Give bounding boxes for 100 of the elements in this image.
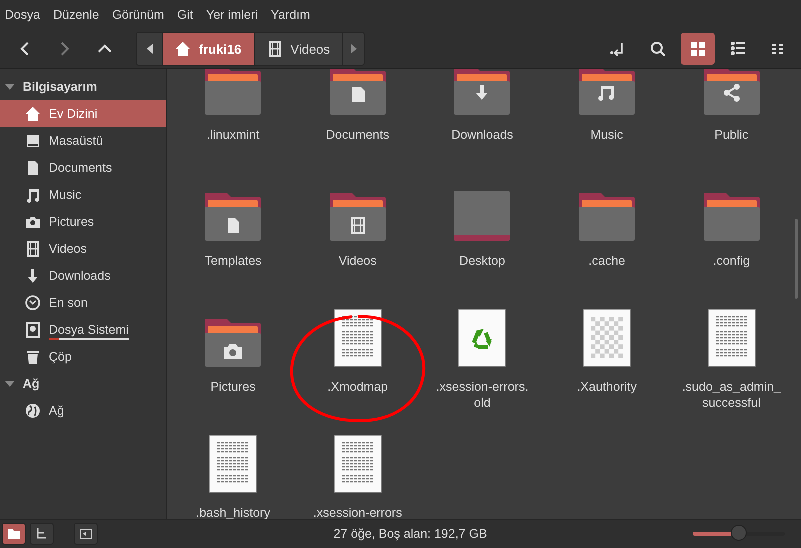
places-button[interactable]	[2, 523, 26, 545]
menu-item[interactable]: Düzenle	[52, 8, 108, 22]
music-note-icon	[25, 186, 41, 202]
folder-icon	[579, 69, 636, 115]
folder-icon	[330, 69, 386, 115]
sidebar-item[interactable]: Videos	[0, 235, 166, 262]
search-icon	[650, 41, 666, 57]
checkered-file-icon	[583, 309, 632, 367]
sidebar-item[interactable]: Music	[0, 181, 166, 208]
file-name: .xsession-errors. old	[436, 379, 529, 411]
menu-item[interactable]: Yer imleri	[205, 8, 266, 22]
file-name: Templates	[204, 253, 262, 269]
sidebar-item[interactable]: Dosya Sistemi	[0, 316, 166, 343]
file-item[interactable]: .linuxmint	[171, 69, 296, 179]
expander-down-icon[interactable]	[5, 378, 15, 388]
file-name: .xsession-errors	[313, 505, 402, 519]
file-name: .Xmodmap	[328, 379, 388, 395]
section-title: Bilgisayarım	[23, 80, 98, 94]
folder-icon	[330, 193, 386, 241]
expander-down-icon[interactable]	[5, 82, 15, 92]
icon-view-button[interactable]	[681, 33, 715, 65]
document-icon	[25, 160, 41, 176]
home-icon	[25, 106, 41, 122]
file-name: Pictures	[210, 379, 256, 395]
chevron-up-icon	[97, 44, 113, 54]
file-item[interactable]: .xsession-errors	[296, 431, 420, 519]
folder-icon	[454, 69, 510, 115]
toggle-sidebar-button[interactable]	[74, 523, 98, 545]
scrollbar[interactable]	[795, 219, 798, 299]
menu-item[interactable]: Görünüm	[111, 8, 172, 22]
tree-icon	[36, 528, 48, 540]
monitor-icon	[25, 132, 41, 148]
file-item[interactable]: .Xauthority	[544, 305, 670, 431]
path-button[interactable]: Videos	[254, 33, 342, 65]
status-text: 27 öğe, Boş alan: 192,7 GB	[332, 527, 488, 541]
sidebar-item[interactable]: Ağ	[0, 397, 166, 424]
file-name: .linuxmint	[206, 127, 260, 143]
recycle-file-icon	[458, 309, 506, 367]
sidebar-item[interactable]: En son	[0, 289, 166, 316]
file-item[interactable]: Videos	[296, 179, 420, 305]
globe-icon	[25, 402, 41, 418]
section-title: Ağ	[23, 376, 40, 390]
file-name: Public	[714, 127, 749, 143]
home-icon	[175, 41, 191, 57]
file-name: .Xauthority	[577, 379, 637, 395]
folder-icon	[579, 193, 636, 241]
text-file-icon	[334, 309, 382, 367]
tree-button[interactable]	[30, 523, 54, 545]
file-name: .config	[713, 253, 750, 269]
folder-icon	[205, 69, 262, 115]
sidebar-item[interactable]: Masaüstü	[0, 127, 166, 154]
chevron-right-icon	[60, 41, 70, 57]
file-name: Desktop	[460, 253, 506, 269]
sidebar-item[interactable]: Çöp	[0, 343, 166, 370]
triangle-left-icon	[146, 44, 152, 54]
download-arrow-icon	[25, 268, 41, 284]
folder-icon	[704, 193, 760, 241]
menu-item[interactable]: Yardım	[270, 8, 318, 22]
menu-item[interactable]: Dosya	[4, 8, 48, 22]
text-file-icon	[708, 309, 756, 367]
file-item[interactable]: .cache	[544, 179, 670, 305]
file-item[interactable]: .xsession-errors. old	[420, 305, 545, 431]
text-file-icon	[209, 435, 258, 493]
clock-icon	[25, 294, 41, 310]
file-item[interactable]: .sudo_as_admin_ successful	[669, 305, 794, 431]
text-file-icon	[334, 435, 382, 493]
list-icon	[731, 42, 745, 56]
file-name: Documents	[326, 127, 390, 143]
compact-list-icon	[772, 43, 784, 55]
file-name: .cache	[588, 253, 626, 269]
file-item[interactable]: .Xmodmap	[296, 305, 420, 431]
path-button[interactable]: fruki16	[163, 33, 254, 65]
file-item[interactable]: Pictures	[171, 305, 296, 431]
file-item[interactable]: Music	[544, 69, 670, 179]
file-item[interactable]: .config	[669, 179, 794, 305]
slider-thumb[interactable]	[731, 525, 747, 541]
sidebar-item[interactable]: Pictures	[0, 208, 166, 235]
folder-icon	[704, 69, 760, 115]
grid-icon	[691, 42, 705, 56]
file-item[interactable]: Desktop	[420, 179, 545, 305]
file-item[interactable]: Public	[669, 69, 794, 179]
folder-icon	[205, 319, 262, 367]
film-icon	[266, 41, 283, 57]
sidebar-item[interactable]: Ev Dizini	[0, 100, 166, 127]
menu-item[interactable]: Git	[176, 8, 202, 22]
folder-icon	[8, 529, 20, 539]
file-item[interactable]: Documents	[296, 69, 420, 179]
chevron-left-icon	[20, 41, 30, 57]
sidebar-item[interactable]: Downloads	[0, 262, 166, 289]
drive-icon	[25, 322, 41, 338]
file-name: Videos	[338, 253, 377, 269]
desktop-folder-icon	[454, 191, 510, 241]
file-item[interactable]: Downloads	[420, 69, 545, 179]
file-item[interactable]: Templates	[171, 179, 296, 305]
file-name: Downloads	[452, 127, 514, 143]
file-name: Music	[590, 127, 624, 143]
return-arrow-icon	[610, 42, 626, 56]
file-name: .sudo_as_admin_ successful	[682, 379, 782, 411]
sidebar-toggle-icon	[80, 529, 92, 539]
sidebar-item[interactable]: Documents	[0, 154, 166, 181]
